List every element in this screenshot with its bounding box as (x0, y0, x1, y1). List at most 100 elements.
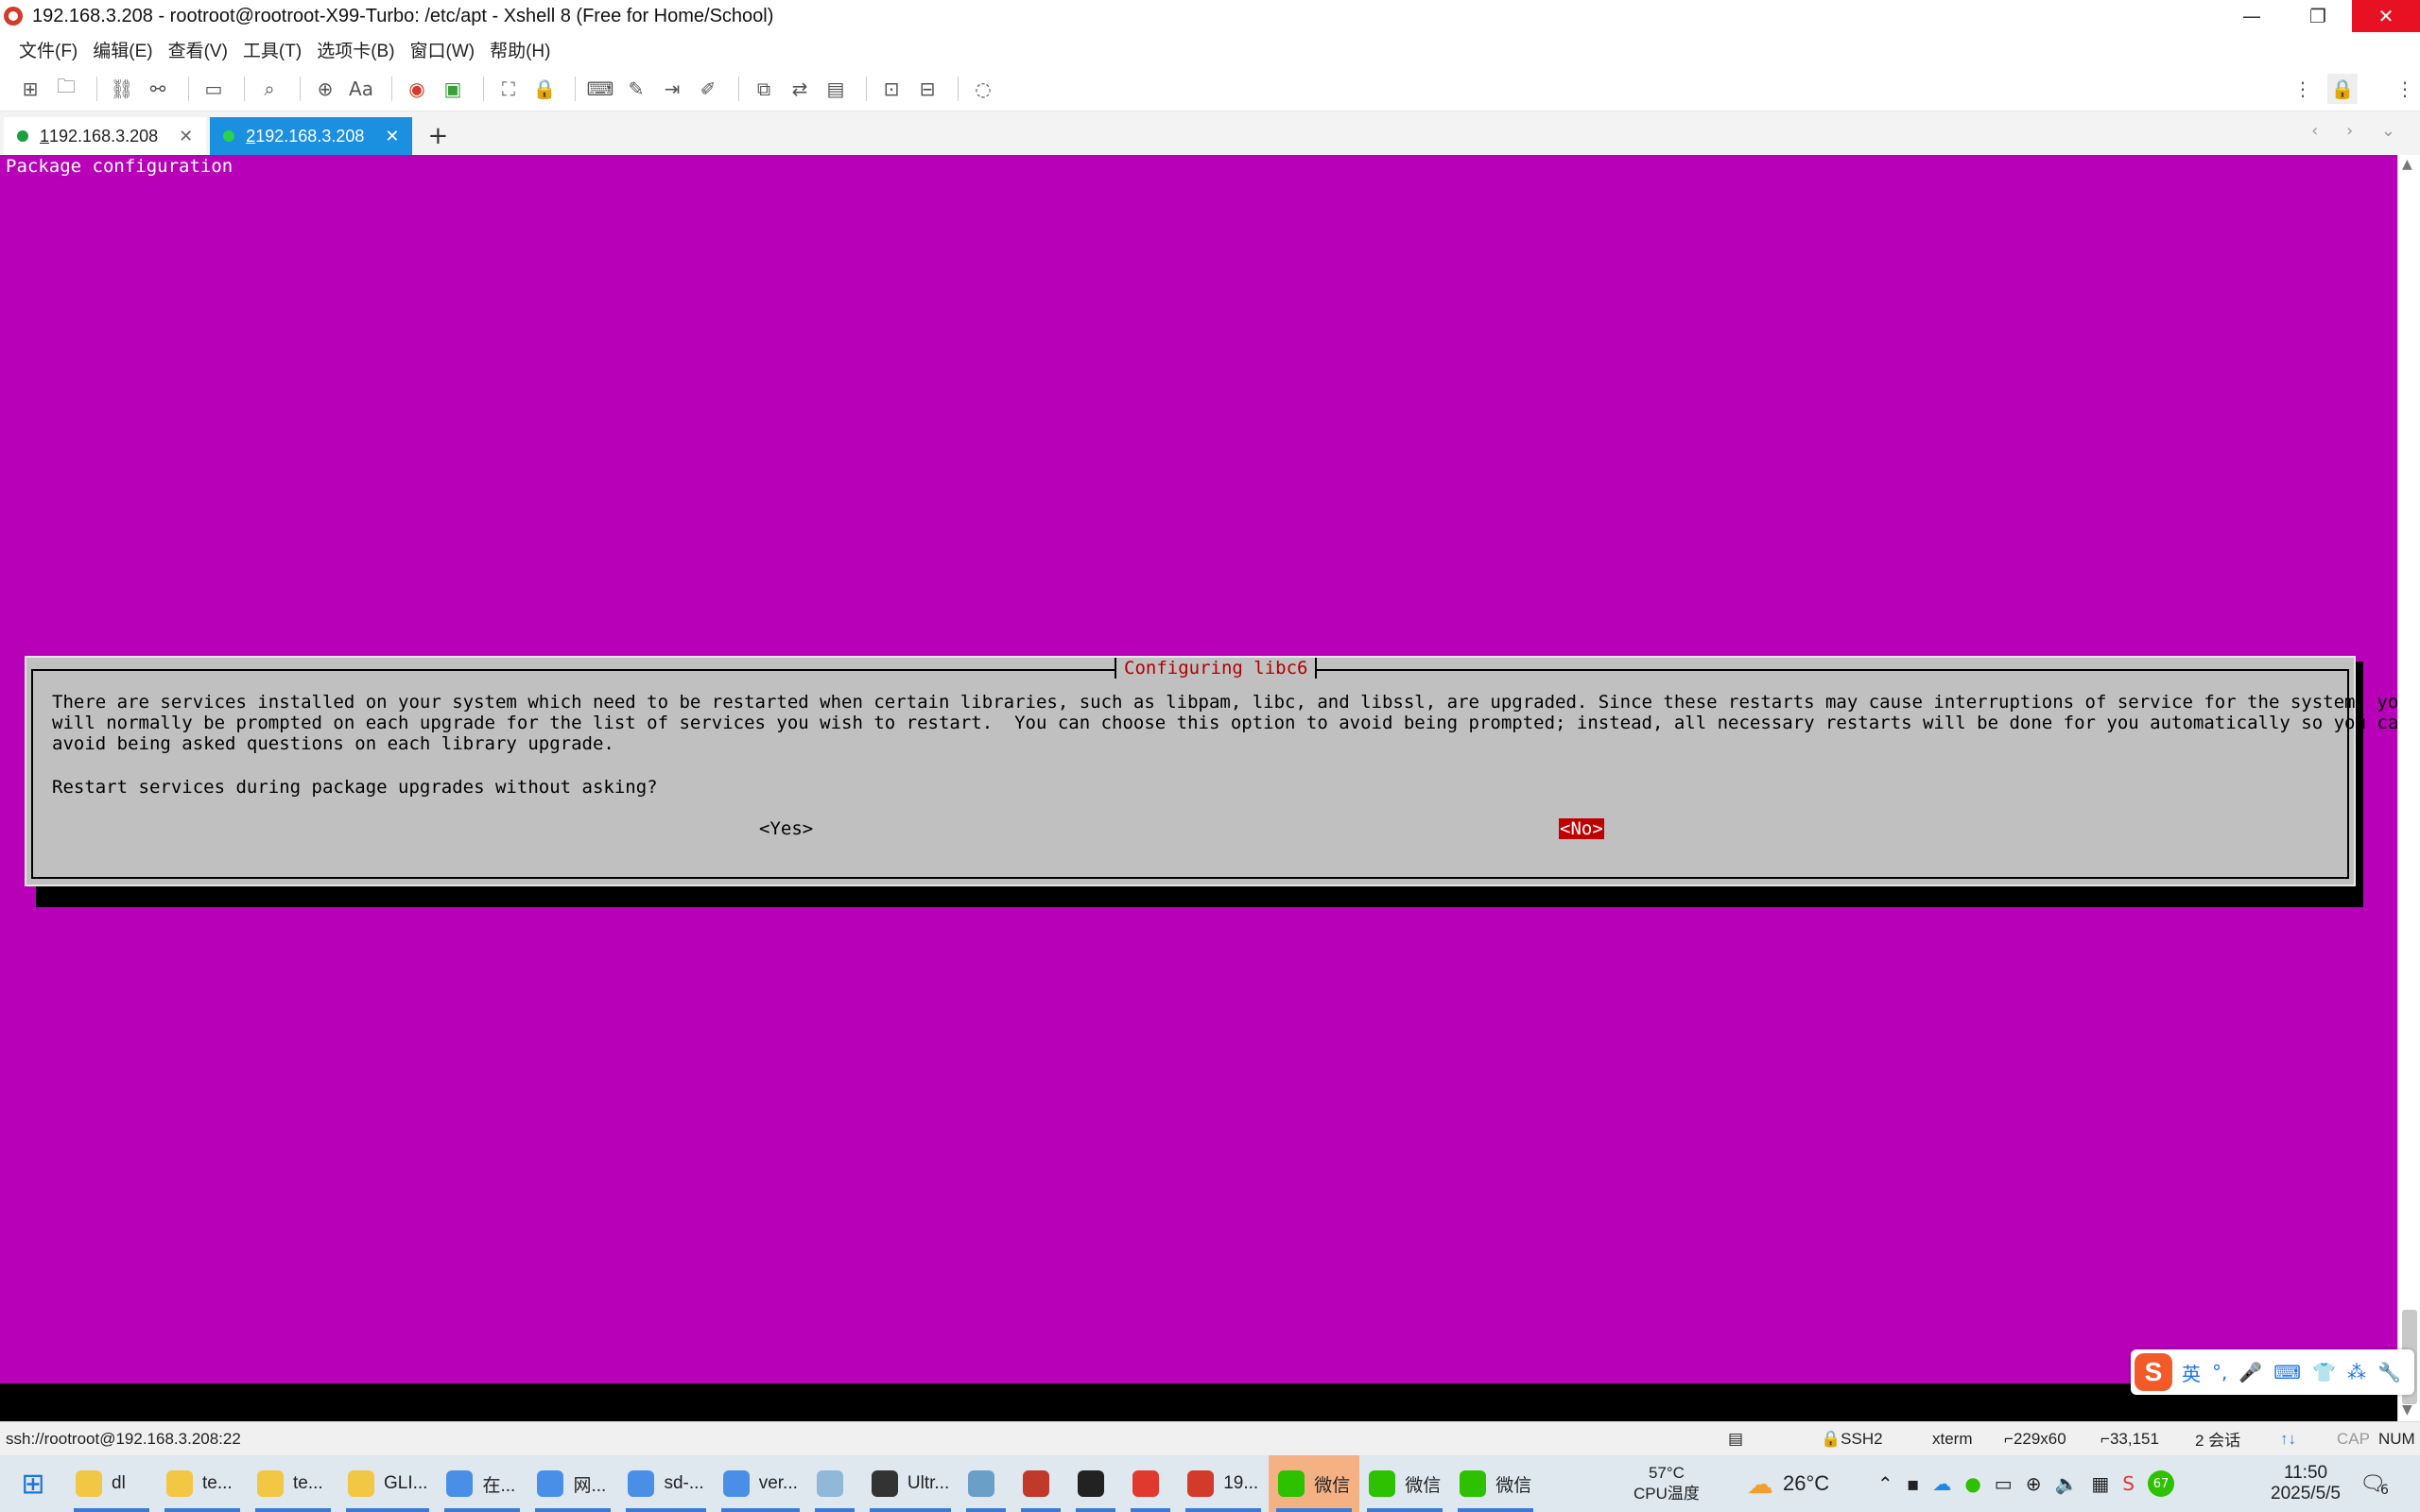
taskbar-app-label: te... (293, 1473, 323, 1493)
close-tab-icon[interactable]: ✕ (179, 127, 193, 146)
ime-toolbar[interactable]: S 英 °, 🎤 ⌨ 👕 ⁂ 🔧 (2131, 1349, 2414, 1395)
taskbar-app-button[interactable]: sd-... (618, 1455, 713, 1512)
menu-help[interactable]: 帮助(H) (490, 37, 550, 62)
tab-session-2[interactable]: 2 192.168.3.208 ✕ (210, 117, 413, 155)
new-window-icon[interactable]: ▭ (199, 74, 229, 104)
xshell-icon[interactable]: ◉ (402, 74, 432, 104)
ime-punctuation-icon[interactable]: °, (2212, 1361, 2227, 1383)
layout-icon[interactable]: ⊡ (876, 74, 907, 104)
split-icon[interactable]: ⊟ (912, 74, 942, 104)
cloud-sync-icon[interactable]: ☁ (1932, 1472, 1951, 1495)
windows-start-icon[interactable]: ⊞ (0, 1455, 66, 1512)
show-hidden-icons-icon[interactable]: ⌃ (1877, 1472, 1893, 1495)
apps-grid-icon[interactable]: ⁂ (2347, 1361, 2366, 1383)
tab-session-1[interactable]: 1 192.168.3.208 ✕ (4, 117, 207, 155)
vertical-scrollbar[interactable]: ▲ ▼ (2397, 155, 2420, 1421)
taskbar-app-button[interactable]: 微信 (1269, 1455, 1360, 1512)
keyboard-icon[interactable]: ⌨ (2273, 1361, 2301, 1383)
reconnect-icon[interactable]: ⛓ (107, 74, 137, 104)
sogou-logo-icon[interactable]: S (2135, 1353, 2172, 1391)
overflow-menu-icon[interactable]: ⋮ (2390, 74, 2420, 104)
script-icon[interactable]: ✐ (693, 74, 723, 104)
minimize-button[interactable]: — (2220, 0, 2284, 32)
tab-navigation[interactable]: ‹ › ⌄ (2311, 121, 2407, 141)
new-session-icon[interactable]: ⊞ (15, 74, 45, 104)
tools-icon[interactable]: 🔧 (2377, 1361, 2401, 1383)
keyboard-icon[interactable]: ⌨ (585, 74, 615, 104)
xftp-icon[interactable]: ▣ (438, 74, 468, 104)
input-method-icon[interactable]: ▦ (2091, 1472, 2109, 1495)
taskbar-app-button[interactable] (959, 1455, 1013, 1512)
sogou-tray-icon[interactable]: S (2122, 1472, 2135, 1495)
taskbar-app-button[interactable]: te... (157, 1455, 248, 1512)
taskbar-app-label: GLI... (384, 1473, 428, 1493)
font-icon[interactable]: Aa (346, 74, 376, 104)
session-count[interactable]: 2 会话 (2195, 1427, 2240, 1451)
taskbar-app-button[interactable]: Ultr... (862, 1455, 959, 1512)
app-icon (1023, 1470, 1050, 1497)
cpu-temperature-widget[interactable]: 57°C CPU温度 (1634, 1455, 1700, 1512)
toolbar-divider (575, 76, 576, 101)
highlight-icon[interactable]: ✎ (621, 74, 651, 104)
close-tab-icon[interactable]: ✕ (385, 127, 399, 146)
taskbar-app-button[interactable] (1068, 1455, 1123, 1512)
toolbar-divider (738, 76, 739, 101)
volume-icon[interactable]: 🔈 (2054, 1472, 2078, 1495)
security-badge-icon[interactable]: 67 (2147, 1470, 2174, 1497)
tile-icon[interactable]: ⧉ (749, 74, 779, 104)
battery-icon[interactable]: ▭ (1995, 1472, 2013, 1495)
taskbar-app-button[interactable] (807, 1455, 862, 1512)
more-options-icon[interactable]: ⋮ (2288, 74, 2318, 104)
yes-button[interactable]: <Yes> (759, 818, 813, 839)
menu-window[interactable]: 窗口(W) (410, 37, 475, 62)
taskbar-app-button[interactable] (1013, 1455, 1068, 1512)
taskbar-app-button[interactable]: 在... (437, 1455, 527, 1512)
fullscreen-icon[interactable]: ⛶ (493, 74, 524, 104)
send-icon[interactable]: ⇥ (657, 74, 687, 104)
no-button[interactable]: <No> (1559, 818, 1604, 839)
taskbar-app-button[interactable] (1123, 1455, 1178, 1512)
globe-icon[interactable]: ⊕ (310, 74, 340, 104)
taskbar-app-button[interactable]: 微信 (1450, 1455, 1541, 1512)
weather-widget[interactable]: ☁ 26°C (1747, 1455, 1829, 1512)
dialog-body: There are services installed on your sys… (52, 692, 2410, 754)
open-folder-icon[interactable]: 🗀 (51, 74, 81, 104)
network-icon[interactable]: ⊕ (2026, 1472, 2042, 1495)
disconnect-icon[interactable]: ⚯ (143, 74, 173, 104)
ime-language[interactable]: 英 (2182, 1359, 2201, 1386)
toolbar-divider (300, 76, 301, 101)
microphone-icon[interactable]: 🎤 (2238, 1361, 2262, 1383)
status-bar: ssh://rootroot@192.168.3.208:22 ▤ 🔒SSH2 … (0, 1421, 2420, 1455)
taskbar-app-button[interactable]: te... (248, 1455, 338, 1512)
add-tab-button[interactable]: + (416, 117, 459, 155)
close-button[interactable]: ✕ (2352, 0, 2420, 32)
log-icon[interactable]: ▤ (821, 74, 851, 104)
restore-button[interactable]: ❐ (2286, 0, 2350, 32)
wechat-tray-icon[interactable]: ● (1964, 1472, 1980, 1495)
tray-app-icon[interactable]: ▪ (1907, 1472, 1920, 1495)
scroll-up-icon[interactable]: ▲ (2402, 157, 2412, 172)
lock-screen-icon[interactable]: 🔒 (2327, 74, 2358, 104)
taskbar-app-button[interactable]: 网... (527, 1455, 618, 1512)
chat-icon[interactable]: ◌ (968, 74, 998, 104)
session-info-icon[interactable]: ▤ (1728, 1430, 1743, 1449)
menu-tools[interactable]: 工具(T) (243, 37, 302, 62)
taskbar-app-button[interactable]: dl (66, 1455, 157, 1512)
menu-file[interactable]: 文件(F) (19, 37, 78, 62)
transfer-icon[interactable]: ⇄ (785, 74, 815, 104)
lock-icon[interactable]: 🔒 (529, 74, 560, 104)
search-icon[interactable]: ⌕ (254, 74, 285, 104)
app-icon (1278, 1470, 1305, 1497)
taskbar-app-button[interactable]: ver... (714, 1455, 807, 1512)
clock[interactable]: 11:50 2025/5/5 (2271, 1455, 2341, 1512)
taskbar-app-button[interactable]: 微信 (1359, 1455, 1450, 1512)
skin-icon[interactable]: 👕 (2312, 1361, 2336, 1383)
menu-view[interactable]: 查看(V) (168, 37, 228, 62)
taskbar-app-button[interactable]: GLI... (338, 1455, 437, 1512)
notification-center-icon[interactable]: 🗨 6 (2360, 1455, 2389, 1512)
menu-tab[interactable]: 选项卡(B) (317, 37, 394, 62)
taskbar-app-button[interactable]: 19... (1178, 1455, 1269, 1512)
menu-edit[interactable]: 编辑(E) (93, 37, 152, 62)
scroll-down-icon[interactable]: ▼ (2402, 1402, 2412, 1418)
config-dialog: Configuring libc6 There are services ins… (25, 656, 2410, 886)
